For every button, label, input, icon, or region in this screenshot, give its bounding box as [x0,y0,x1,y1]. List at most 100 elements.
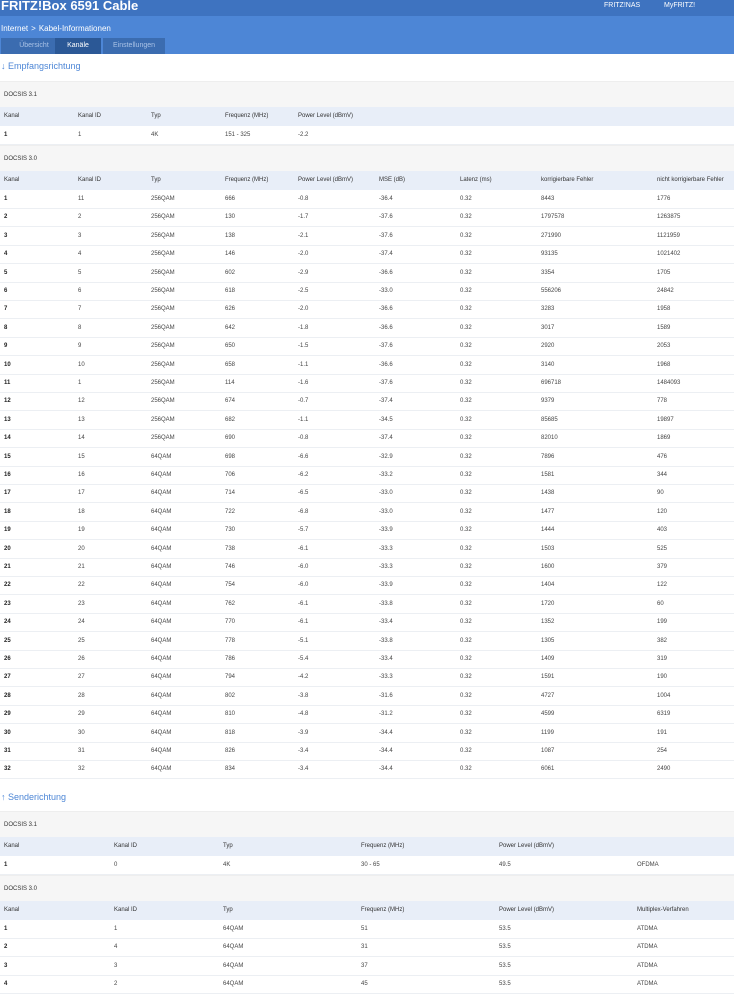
table-cell: 0.32 [460,508,472,515]
table-cell: 7 [78,306,82,313]
table-cell: 706 [225,472,236,478]
table-cell: -3.9 [298,729,309,736]
myfritz-link[interactable]: MyFRITZ! [664,2,695,9]
table-cell: 0.32 [460,324,472,331]
table-cell: 64QAM [151,527,172,534]
table-cell: -33.4 [379,656,393,662]
table-cell: -1.6 [298,380,309,386]
table-cell: -36.6 [379,361,393,368]
table-cell: 1404 [541,582,555,589]
table-cell: 6 [78,288,82,294]
table-cell: 730 [225,527,236,534]
tab-kanaele[interactable]: Kanäle [55,38,101,54]
table-cell: 64QAM [151,490,172,497]
table-cell: 256QAM [151,416,175,423]
table-cell: 3 [4,232,8,239]
table-cell: 1021402 [657,251,681,258]
table-cell: 15 [78,453,85,460]
table-cell: -6.8 [298,508,309,515]
table-cell: -37.6 [379,343,393,350]
table-cell: -33.0 [379,508,393,515]
column-header: Power Level (dBmV) [499,907,555,913]
table-cell: -31.2 [379,711,393,718]
table-cell: 256QAM [151,251,175,258]
table-row: 13 13 256QAM 682 -1.1 -34.5 0.32 85685 19897 [0,411,734,430]
table-cell: 19 [4,527,11,534]
table-row: 31 31 64QAM 826 -3.4 -34.4 0.32 1087 254 [0,742,734,761]
table-cell: 151 - 325 [225,132,251,138]
table-cell: 82010 [541,435,558,442]
table-cell: 9379 [541,398,555,405]
table-cell: -6.1 [298,619,309,626]
table-cell: 190 [657,674,668,681]
table-cell: -6.6 [298,453,309,460]
table-cell: 770 [225,619,236,626]
table-cell: 14 [78,435,85,442]
table-cell: 11 [78,196,85,202]
breadcrumb-internet[interactable]: Internet [1,24,28,33]
table-cell: 0 [114,862,118,868]
table-cell: 271990 [541,232,562,239]
table-cell: 818 [225,729,236,736]
table-cell: 27 [4,674,11,681]
table-row: 9 9 256QAM 650 -1.5 -37.6 0.32 2920 2053 [0,337,734,357]
table-cell: 120 [657,508,668,515]
table-row: 18 18 64QAM 722 -6.8 -33.0 0.32 1477 120 [0,503,734,522]
table-cell: 16 [4,472,11,478]
fritznas-link[interactable]: FRITZ!NAS [604,2,640,9]
table-cell: 0.32 [460,545,472,552]
table-cell: 18 [4,508,11,515]
table-cell: 0.32 [460,196,472,202]
table-cell: 256QAM [151,398,175,405]
column-header: korrigierbare Fehler [541,177,594,183]
table-cell: 1121959 [657,232,680,239]
table-cell: 0.32 [460,748,472,754]
table-cell: 0.32 [460,472,472,478]
table-cell: 525 [657,545,668,552]
table-cell: 64QAM [223,944,244,951]
table-cell: -34.5 [379,416,393,423]
table-cell: 85685 [541,416,558,423]
table-row: 15 15 64QAM 698 -6.6 -32.9 0.32 7896 476 [0,448,734,467]
table-row: 1 11 256QAM 666 -0.8 -36.4 0.32 8443 1776 [0,190,734,209]
table-cell: 27 [78,674,85,681]
table-cell: 64QAM [223,926,244,932]
app-logo[interactable]: FRITZ!Box 6591 Cable [1,0,138,13]
table-cell: 23 [78,600,85,607]
table-cell: 49.5 [499,862,511,868]
table-cell: 0.32 [460,398,472,405]
table-cell: 1 [4,196,8,202]
table-cell: -31.6 [379,692,393,699]
column-header: Power Level (dBmV) [499,843,555,849]
table-cell: 5 [4,269,8,276]
table-cell: ATDMA [637,962,658,969]
table-cell: 60 [657,600,664,607]
table-cell: 4 [78,251,82,258]
table-cell: 256QAM [151,343,175,350]
table-row: 14 14 256QAM 690 -0.8 -37.4 0.32 82010 1869 [0,429,734,449]
table-cell: -4.2 [298,674,309,681]
table-row: 21 21 64QAM 746 -6.0 -33.3 0.32 1600 379 [0,558,734,577]
table-cell: 0.32 [460,582,472,589]
table-cell: 3 [4,962,8,969]
table-cell: 32 [78,766,85,773]
column-header: Typ [223,843,233,849]
table-cell: -6.1 [298,600,309,607]
table-cell: 618 [225,288,236,294]
column-header: Power Level (dBmV) [298,113,354,119]
table-cell: ATDMA [637,981,658,988]
table-cell: 754 [225,582,236,589]
table-cell: 7 [4,306,8,313]
table-cell: 90 [657,490,664,497]
table-cell: 602 [225,269,236,276]
table-cell: 0.32 [460,251,472,258]
table-cell: 0.32 [460,564,472,570]
column-header: Kanal [4,843,20,849]
table-cell: 64QAM [151,582,172,589]
table-cell: -32.9 [379,453,393,460]
table-cell: 7896 [541,453,555,460]
table-cell: 191 [657,729,668,736]
tab-einstellungen[interactable]: Einstellungen [103,38,165,54]
table-row: 19 19 64QAM 730 -5.7 -33.9 0.32 1444 403 [0,521,734,541]
table-cell: 4 [114,944,118,951]
